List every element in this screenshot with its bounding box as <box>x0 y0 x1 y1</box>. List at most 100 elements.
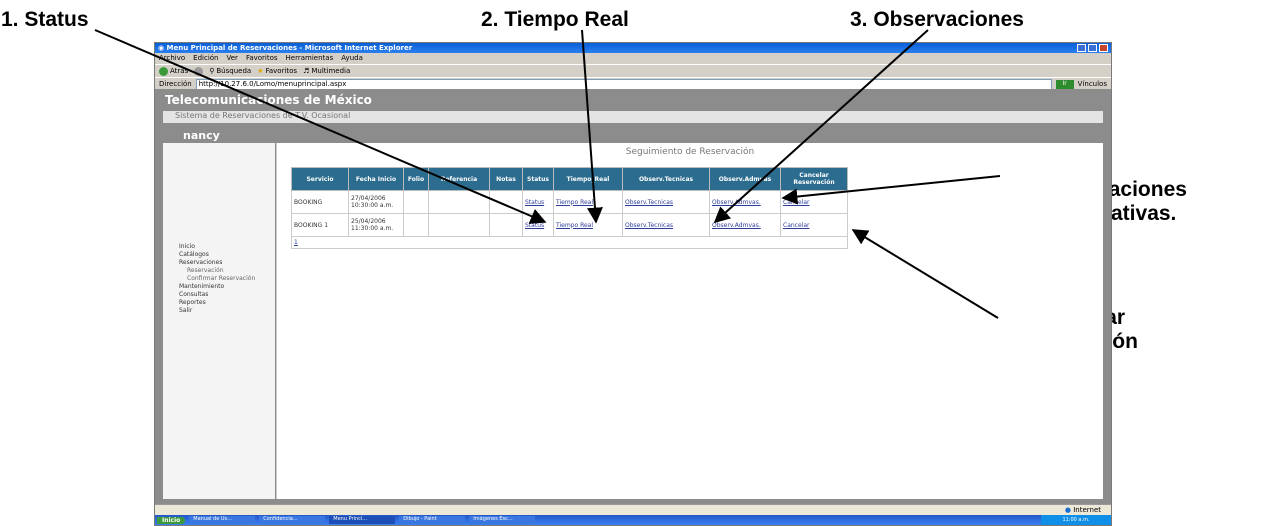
links-label[interactable]: Vínculos <box>1078 80 1107 88</box>
cell-servicio: BOOKING 1 <box>291 213 349 237</box>
page-link[interactable]: 1 <box>294 239 298 246</box>
menu-favoritos[interactable]: Favoritos <box>246 54 278 63</box>
multimedia-label: Multimedia <box>311 67 351 75</box>
observ-admvas-link[interactable]: Observ.Admvas. <box>712 199 761 206</box>
nav-item-inicio[interactable]: Inicio <box>179 243 275 251</box>
col-referencia: Referencia <box>428 167 490 191</box>
menu-herramientas[interactable]: Herramientas <box>286 54 334 63</box>
app-title: Telecomunicaciones de México <box>165 93 372 107</box>
forward-arrow-icon <box>194 66 204 76</box>
cell-servicio: BOOKING <box>291 190 349 214</box>
nav-item-salir[interactable]: Salir <box>179 307 275 315</box>
taskbar-item[interactable]: Dibujo - Paint <box>399 516 466 524</box>
window-titlebar: ◉ Menu Principal de Reservaciones - Micr… <box>155 43 1111 53</box>
col-notas: Notas <box>489 167 523 191</box>
nav-item-reportes[interactable]: Reportes <box>179 299 275 307</box>
cell-notas <box>489 190 523 214</box>
multimedia-button[interactable]: ♬ Multimedia <box>303 67 350 75</box>
app-subtitle: Sistema de Reservaciones de T.V. Ocasion… <box>163 111 1103 123</box>
address-value: http://10.27.6.0/Lomo/menuprincipal.aspx <box>198 80 347 88</box>
cell-referencia <box>428 190 490 214</box>
col-servicio: Servicio <box>291 167 349 191</box>
nav-item-confirmar-reservacion[interactable]: Confirmar Reservación <box>179 275 275 283</box>
main-panel: Seguimiento de Reservación Servicio Fech… <box>276 143 1103 499</box>
forward-button[interactable] <box>194 66 204 76</box>
menu-ayuda[interactable]: Ayuda <box>341 54 363 63</box>
nav-item-reservaciones[interactable]: Reservaciones <box>179 259 275 267</box>
nav-item-consultas[interactable]: Consultas <box>179 291 275 299</box>
menu-ver[interactable]: Ver <box>227 54 238 63</box>
col-folio: Folio <box>403 167 429 191</box>
taskbar: Inicio Manual de Us... Confidencia... Me… <box>155 515 1111 525</box>
back-button[interactable]: Atrás <box>159 66 189 76</box>
tiempo-real-link[interactable]: Tiempo Real <box>556 199 593 206</box>
callout-status: 1. Status <box>1 8 89 31</box>
callout-tiempo-real: 2. Tiempo Real <box>481 8 629 31</box>
cell-notas <box>489 213 523 237</box>
cell-observ-admvas: Observ.Admvas. <box>709 190 781 214</box>
browser-toolbar: Atrás ⚲ Búsqueda ★ Favoritos ♬ Multimedia <box>155 64 1111 77</box>
browser-window: ◉ Menu Principal de Reservaciones - Micr… <box>154 42 1112 526</box>
taskbar-item[interactable]: Manual de Us... <box>189 516 256 524</box>
minimize-button[interactable] <box>1077 44 1086 52</box>
favorites-button[interactable]: ★ Favoritos <box>257 67 297 75</box>
globe-icon: ● <box>1064 506 1074 514</box>
status-link[interactable]: Status <box>525 222 544 229</box>
cancelar-link[interactable]: Cancelar <box>783 199 809 206</box>
col-observ-tecnicas: Observ.Tecnicas <box>622 167 710 191</box>
menu-archivo[interactable]: Archivo <box>159 54 185 63</box>
observ-admvas-link[interactable]: Observ.Admvas. <box>712 222 761 229</box>
back-arrow-icon <box>159 66 168 76</box>
web-page: Telecomunicaciones de México Sistema de … <box>155 89 1111 505</box>
col-tiempo-real: Tiempo_Real <box>553 167 623 191</box>
cell-observ-admvas: Observ.Admvas. <box>709 213 781 237</box>
cell-fecha: 25/04/2006 11:30:00 a.m. <box>348 213 404 237</box>
user-name: nancy <box>183 129 220 142</box>
favorites-label: Favoritos <box>265 67 298 75</box>
ie-icon: ◉ <box>158 44 167 52</box>
cell-referencia <box>428 213 490 237</box>
table-header-row: Servicio Fecha Inicio Folio Referencia N… <box>291 167 848 191</box>
start-button[interactable]: Inicio <box>157 516 186 524</box>
taskbar-item[interactable]: Imágenes Esc... <box>469 516 536 524</box>
search-label: Búsqueda <box>216 67 252 75</box>
media-icon: ♬ <box>303 67 310 75</box>
back-label: Atrás <box>170 67 189 75</box>
col-status: Status <box>522 167 554 191</box>
taskbar-item[interactable]: Menu Princi... <box>329 516 396 524</box>
search-button[interactable]: ⚲ Búsqueda <box>209 67 251 75</box>
observ-tecnicas-link[interactable]: Observ.Tecnicas <box>625 222 673 229</box>
address-label: Dirección <box>159 80 192 88</box>
system-clock: 11:00 a.m. <box>1041 515 1111 525</box>
reservations-table: Servicio Fecha Inicio Folio Referencia N… <box>291 167 848 249</box>
tiempo-real-link[interactable]: Tiempo Real <box>556 222 593 229</box>
col-cancelar-reservacion: Cancelar Reservación <box>780 167 848 191</box>
nav-item-catalogos[interactable]: Catálogos <box>179 251 275 259</box>
nav-menu: Inicio Catálogos Reservaciones Reservaci… <box>163 243 275 315</box>
observ-tecnicas-link[interactable]: Observ.Tecnicas <box>625 199 673 206</box>
taskbar-item[interactable]: Confidencia... <box>259 516 326 524</box>
cell-observ-tecnicas: Observ.Tecnicas <box>622 213 710 237</box>
address-input[interactable]: http://10.27.6.0/Lomo/menuprincipal.aspx <box>195 78 1052 90</box>
cell-cancelar: Cancelar <box>780 213 848 237</box>
go-button[interactable]: Ir <box>1055 79 1074 89</box>
cell-folio <box>403 190 429 214</box>
status-link[interactable]: Status <box>525 199 544 206</box>
pager-cell: 1 <box>291 236 848 249</box>
window-title: Menu Principal de Reservaciones - Micros… <box>166 44 413 52</box>
col-fecha-inicio: Fecha Inicio <box>348 167 404 191</box>
nav-item-mantenimiento[interactable]: Mantenimiento <box>179 283 275 291</box>
nav-item-reservacion[interactable]: Reservación <box>179 267 275 275</box>
cell-status: Status <box>522 190 554 214</box>
table-row: BOOKING 27/04/2006 10:30:00 a.m. Status … <box>291 190 848 214</box>
status-zone: Internet <box>1073 506 1101 514</box>
menu-edicion[interactable]: Edición <box>193 54 218 63</box>
cancelar-link[interactable]: Cancelar <box>783 222 809 229</box>
table-row: BOOKING 1 25/04/2006 11:30:00 a.m. Statu… <box>291 213 848 237</box>
cell-cancelar: Cancelar <box>780 190 848 214</box>
cell-tiempo-real: Tiempo Real <box>553 213 623 237</box>
maximize-button[interactable] <box>1088 44 1097 52</box>
cell-observ-tecnicas: Observ.Tecnicas <box>622 190 710 214</box>
close-button[interactable] <box>1099 44 1108 52</box>
cell-status: Status <box>522 213 554 237</box>
